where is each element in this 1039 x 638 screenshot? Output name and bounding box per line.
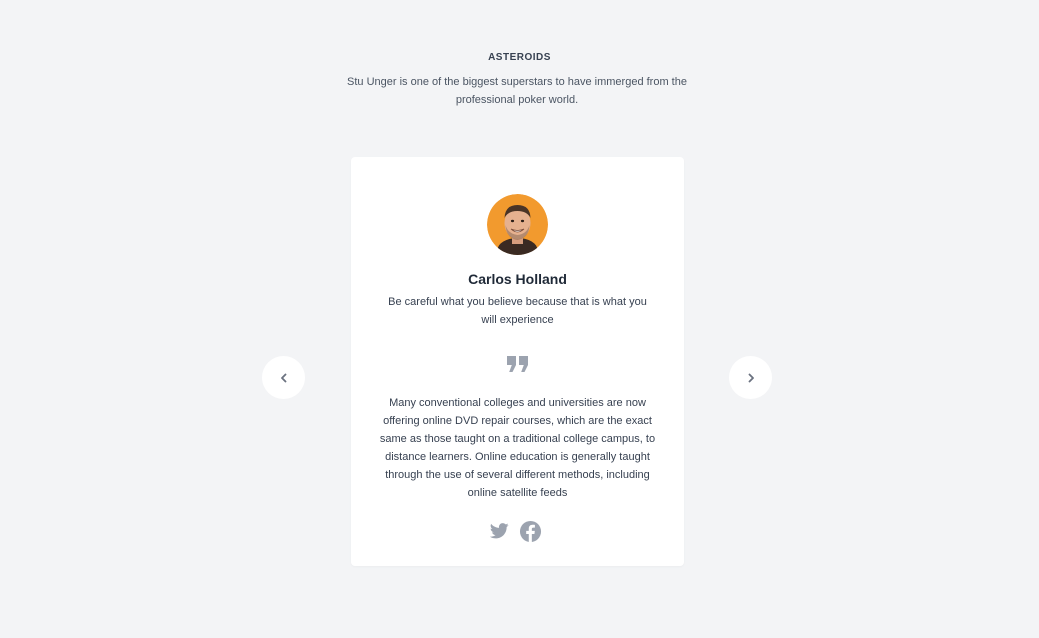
facebook-icon <box>519 520 542 543</box>
section-eyebrow: ASTEROIDS <box>488 52 551 63</box>
chevron-left-icon <box>280 373 286 382</box>
testimonial-name: Carlos Holland <box>468 271 567 287</box>
testimonial-card: Carlos Holland Be careful what you belie… <box>351 157 684 566</box>
quote-icon <box>507 356 528 372</box>
previous-button[interactable] <box>262 356 305 399</box>
social-links <box>351 520 684 544</box>
avatar <box>487 194 548 255</box>
next-button[interactable] <box>729 356 772 399</box>
twitter-link[interactable] <box>489 523 509 544</box>
section-subtitle: Stu Unger is one of the biggest supersta… <box>347 76 687 106</box>
testimonial-tagline: Be careful what you believe because that… <box>388 296 647 326</box>
person-avatar-icon <box>487 194 548 255</box>
chevron-right-icon <box>748 373 754 382</box>
testimonial-section: ASTEROIDS Stu Unger is one of the bigges… <box>0 0 1039 638</box>
twitter-icon <box>489 523 509 539</box>
facebook-link[interactable] <box>519 520 542 548</box>
testimonial-body: Many conventional colleges and universit… <box>379 397 656 499</box>
